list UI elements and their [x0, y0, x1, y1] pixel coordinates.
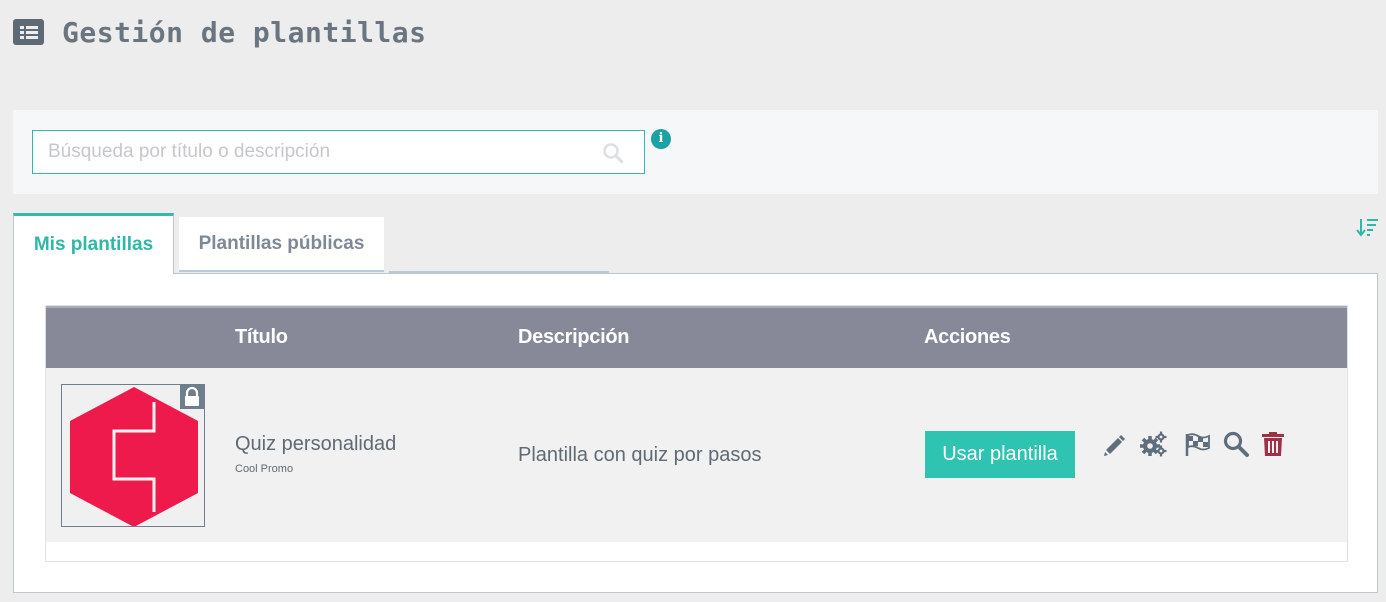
template-thumbnail[interactable] [61, 384, 205, 527]
magnifier-icon[interactable] [1222, 430, 1250, 458]
pencil-icon[interactable] [1099, 430, 1127, 458]
gears-icon[interactable] [1139, 430, 1167, 458]
template-description: Plantilla con quiz por pasos [518, 444, 762, 466]
checkered-flag-icon[interactable] [1183, 430, 1211, 458]
tab-plantillas-publicas[interactable]: Plantillas públicas [179, 217, 384, 272]
templates-panel: Título Descripción Acciones Quiz persona… [13, 273, 1378, 593]
template-title: Quiz personalidad [235, 433, 397, 455]
use-template-button[interactable]: Usar plantilla [925, 431, 1075, 478]
search-input[interactable] [33, 131, 644, 173]
header-actions: Acciones [924, 326, 1011, 348]
tab-mis-plantillas[interactable]: Mis plantillas [13, 213, 174, 274]
list-icon [13, 19, 44, 45]
trash-icon[interactable] [1259, 430, 1287, 458]
sort-descending-icon[interactable] [1356, 217, 1380, 237]
page-title: Gestión de plantillas [62, 15, 427, 49]
template-owner: Cool Promo [235, 463, 294, 475]
table-header: Título Descripción Acciones [46, 306, 1347, 368]
lock-icon [180, 385, 204, 409]
templates-table: Título Descripción Acciones Quiz persona… [45, 305, 1348, 562]
page-header: Gestión de plantillas [13, 14, 427, 50]
search-icon[interactable] [602, 142, 624, 164]
table-row: Quiz personalidad Cool Promo Plantilla c… [46, 368, 1347, 542]
header-description[interactable]: Descripción [518, 308, 629, 366]
search-box [32, 130, 645, 174]
info-icon[interactable]: i [651, 129, 671, 149]
header-title[interactable]: Título [235, 308, 288, 366]
search-panel: i [13, 110, 1378, 194]
